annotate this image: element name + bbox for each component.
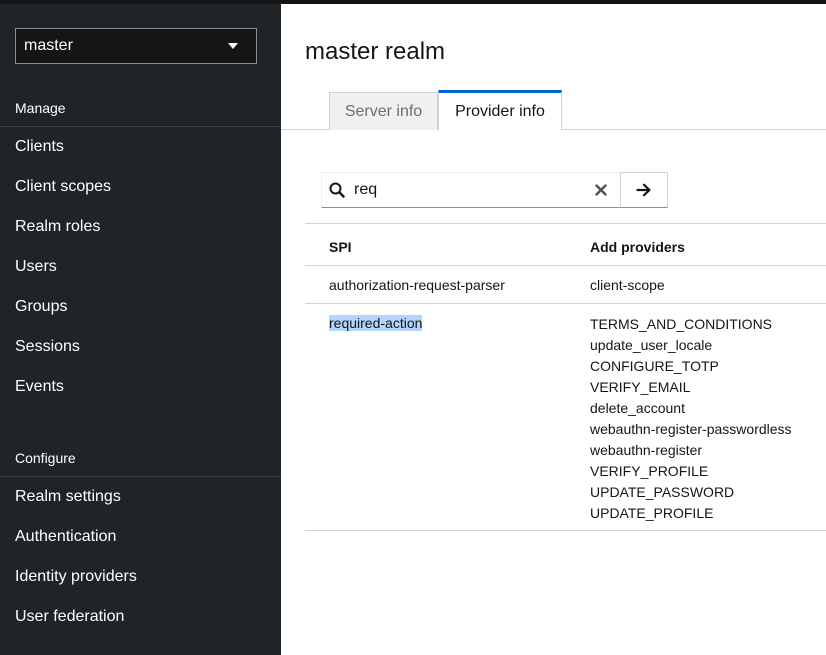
provider-name: update_user_locale <box>590 337 713 353</box>
provider-name: webauthn-register <box>590 442 703 458</box>
spi-name: authorization-request-parser <box>329 277 505 293</box>
nav-group-manage: Manage <box>15 100 66 116</box>
provider-name: UPDATE_PASSWORD <box>590 484 735 500</box>
nav-item-realm-roles[interactable]: Realm roles <box>15 218 100 236</box>
nav-item-users[interactable]: Users <box>15 258 57 276</box>
provider-name: client-scope <box>590 277 665 293</box>
nav-group-configure: Configure <box>15 450 76 466</box>
provider-name: CONFIGURE_TOTP <box>590 358 719 374</box>
close-icon <box>595 184 607 196</box>
nav-item-identity-providers[interactable]: Identity providers <box>15 568 137 586</box>
search-box <box>321 172 668 208</box>
nav-item-realm-settings[interactable]: Realm settings <box>15 488 121 506</box>
tab-server-info[interactable]: Server info <box>329 92 438 130</box>
page-title: master realm <box>305 38 446 65</box>
nav-item-client-scopes[interactable]: Client scopes <box>15 178 111 196</box>
arrow-right-icon <box>636 183 651 197</box>
nav-item-authentication[interactable]: Authentication <box>15 528 116 546</box>
tab-bar: Server info Provider info <box>281 90 826 131</box>
search-input[interactable] <box>352 175 584 205</box>
provider-name: UPDATE_PROFILE <box>590 505 714 521</box>
provider-name: TERMS_AND_CONDITIONS <box>590 316 773 332</box>
provider-name: VERIFY_EMAIL <box>590 379 691 395</box>
column-header-providers: Add providers <box>590 239 685 255</box>
table-bottom-border <box>305 530 826 531</box>
table-row-border <box>305 303 826 304</box>
realm-selector[interactable]: master <box>15 28 257 64</box>
provider-name: webauthn-register-passwordless <box>590 421 792 437</box>
nav-item-clients[interactable]: Clients <box>15 138 64 156</box>
provider-name: VERIFY_PROFILE <box>590 463 709 479</box>
nav-item-user-federation[interactable]: User federation <box>15 608 124 626</box>
provider-list: TERMS_AND_CONDITIONS update_user_locale … <box>590 316 792 526</box>
search-icon <box>322 173 352 207</box>
table-header-border <box>305 265 826 266</box>
tab-provider-info[interactable]: Provider info <box>438 90 562 131</box>
nav-item-sessions[interactable]: Sessions <box>15 338 80 356</box>
nav-item-events[interactable]: Events <box>15 378 64 396</box>
sidebar: master Manage Clients Client scopes Real… <box>0 4 281 655</box>
realm-selector-value: master <box>24 37 73 54</box>
nav-divider <box>0 476 281 477</box>
selected-text: required-action <box>329 315 423 331</box>
column-header-spi: SPI <box>329 239 352 255</box>
caret-down-icon <box>228 43 238 49</box>
spi-name: required-action <box>329 315 423 331</box>
main-content: master realm Server info Provider info r… <box>281 4 826 655</box>
nav-item-groups[interactable]: Groups <box>15 298 67 316</box>
search-submit-button[interactable] <box>620 172 668 208</box>
provider-name: delete_account <box>590 400 685 416</box>
nav-divider <box>0 126 281 127</box>
table-top-border <box>305 223 826 224</box>
clear-search-button[interactable] <box>584 173 618 207</box>
